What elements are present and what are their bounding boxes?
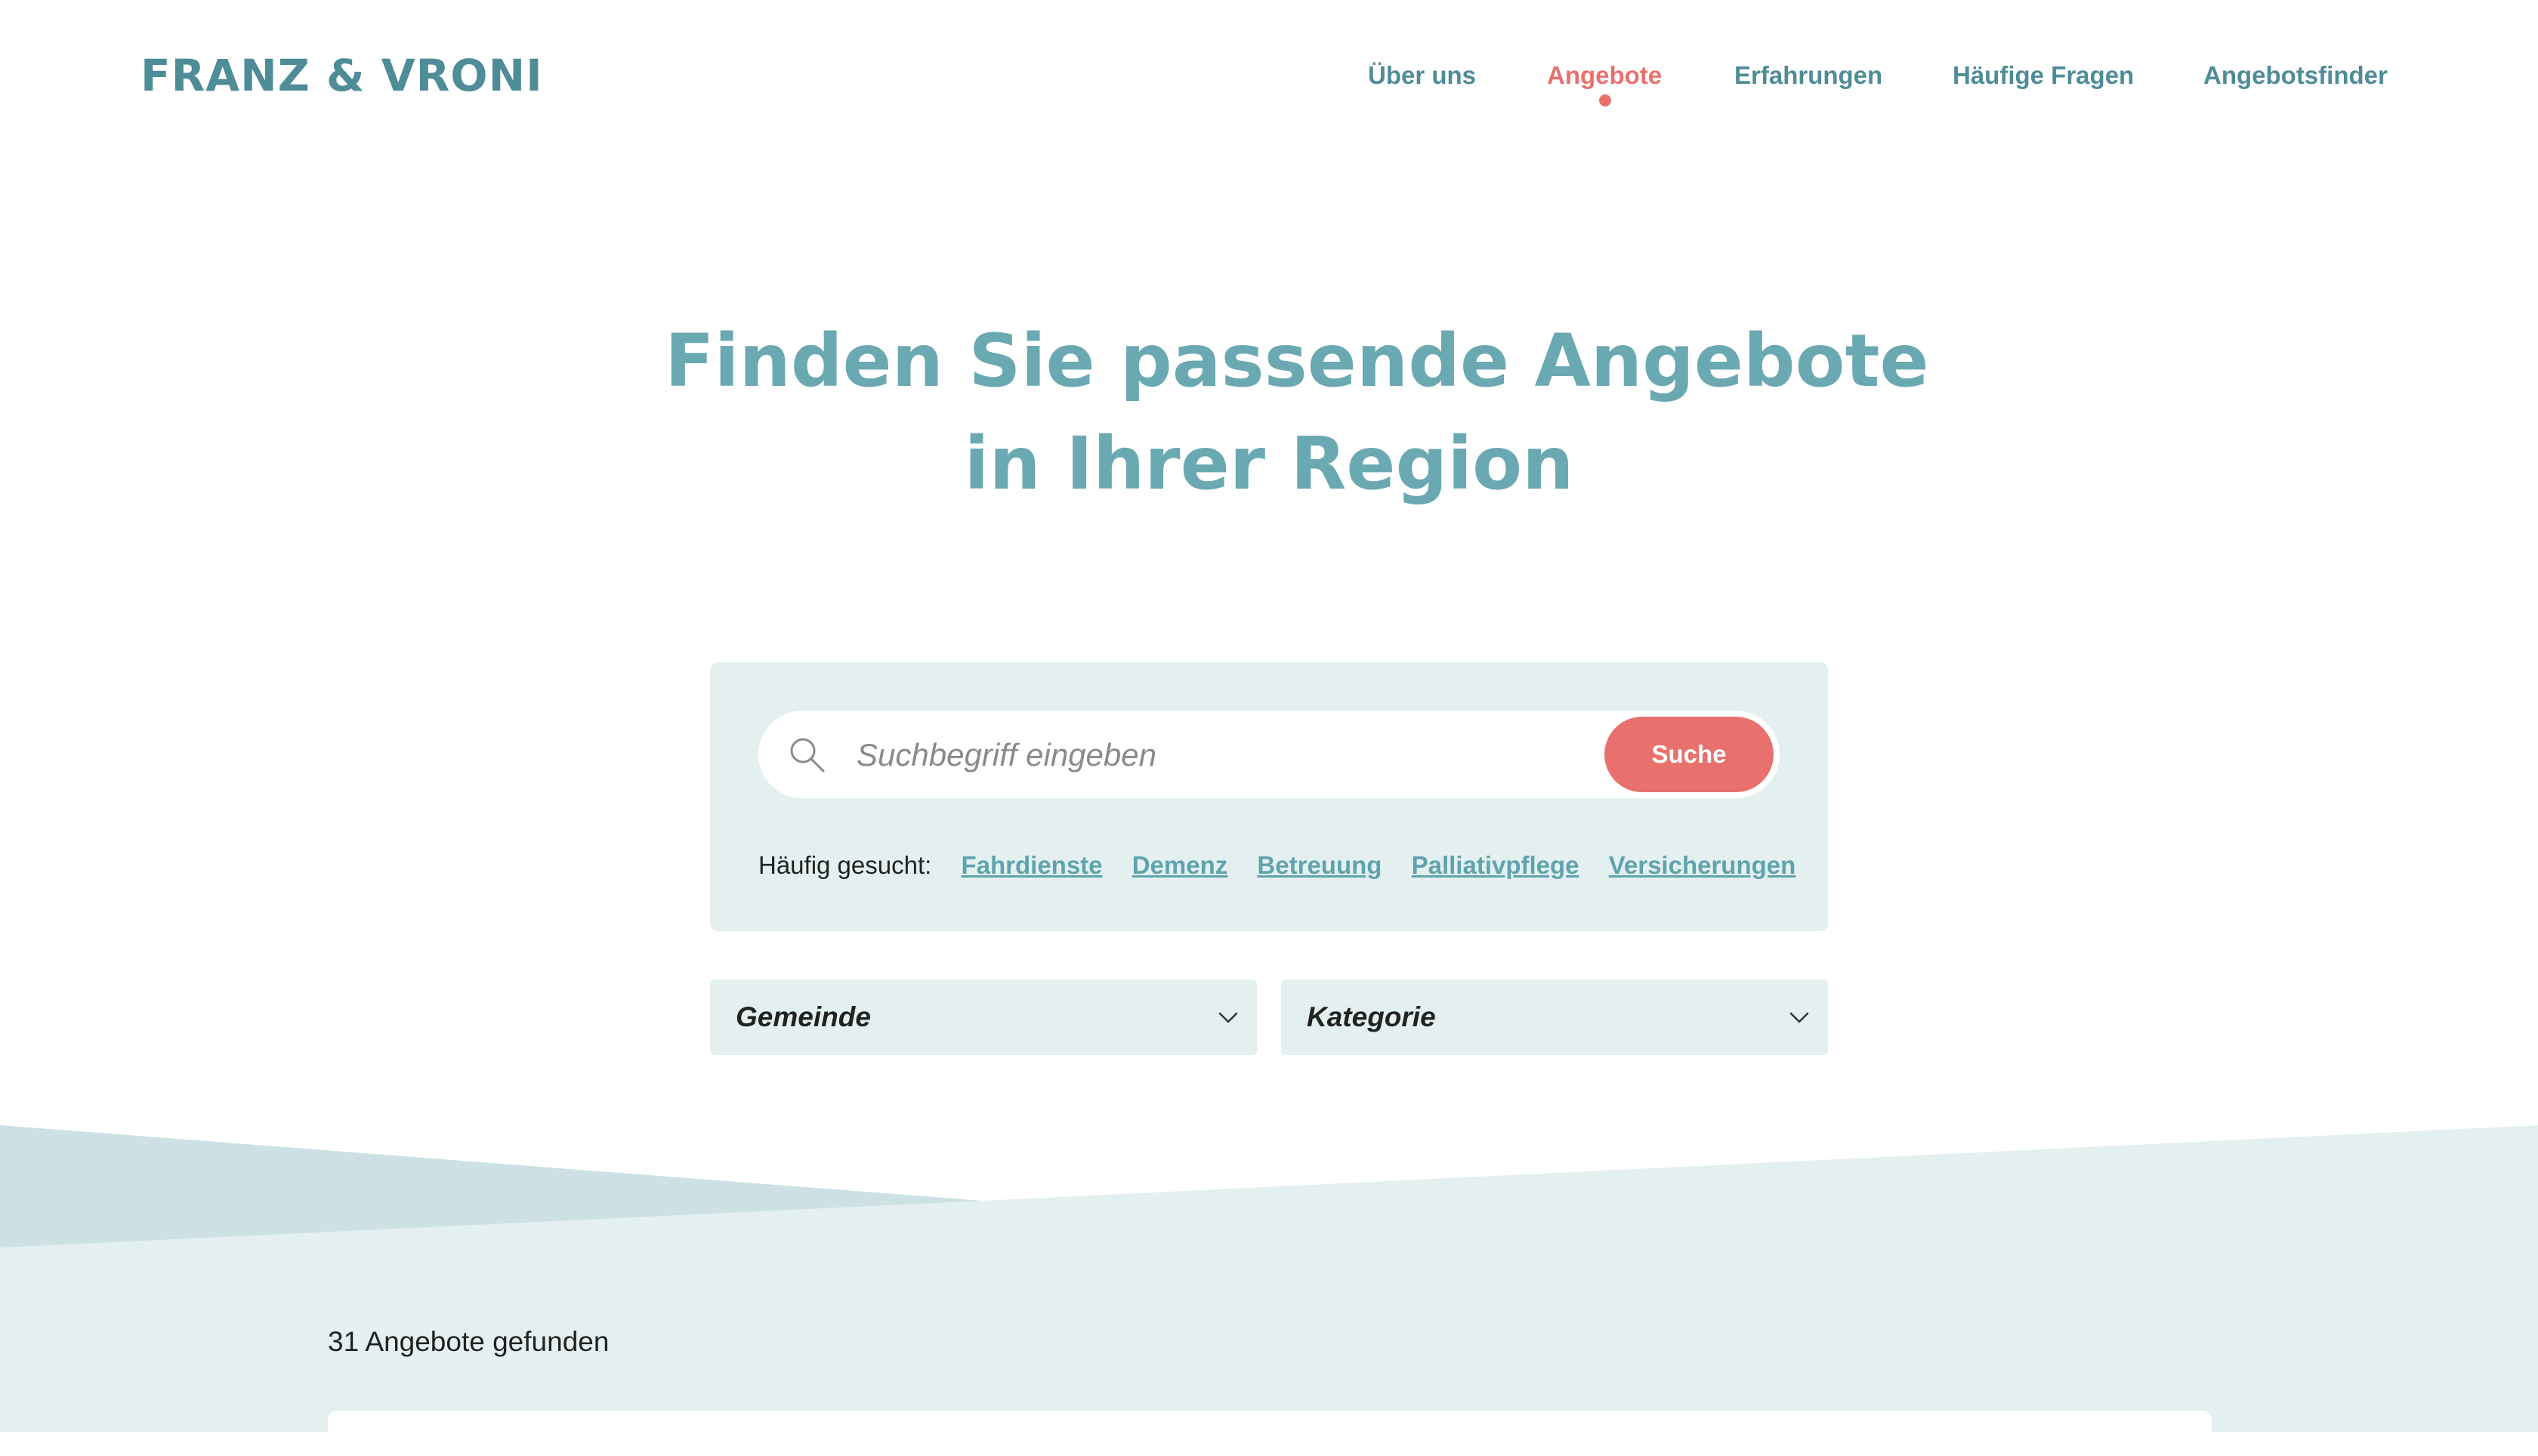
- results-count: 31 Angebote gefunden: [328, 1326, 610, 1357]
- frequent-link-betreuung[interactable]: Betreuung: [1257, 851, 1382, 879]
- frequent-link-demenz[interactable]: Demenz: [1132, 851, 1228, 879]
- main-nav: Über uns Angebote Erfahrungen Häufige Fr…: [0, 57, 2538, 103]
- decorative-band: [0, 1125, 2538, 1432]
- frequent-link-fahrdienste[interactable]: Fahrdienste: [961, 851, 1102, 879]
- nav-item-ueber-uns[interactable]: Über uns: [1368, 57, 1476, 94]
- frequent-searches: Häufig gesucht: Fahrdienste Demenz Betre…: [758, 847, 1816, 884]
- kategorie-select-value: Kategorie: [1307, 1001, 1436, 1032]
- nav-item-angebote[interactable]: Angebote: [1547, 57, 1662, 94]
- search-button[interactable]: Suche: [1604, 717, 1774, 792]
- search-bar: Suche: [758, 711, 1780, 798]
- frequent-link-palliativpflege[interactable]: Palliativpflege: [1412, 851, 1579, 879]
- search-icon: [790, 738, 825, 773]
- page-title: Finden Sie passende Angebote in Ihrer Re…: [665, 310, 1929, 515]
- search-input[interactable]: [855, 724, 1508, 786]
- gemeinde-select-value: Gemeinde: [736, 1001, 871, 1032]
- kategorie-select[interactable]: Kategorie: [1281, 979, 1828, 1055]
- page-title-line-1: Finden Sie passende Angebote: [665, 319, 1929, 403]
- page-title-line-2: in Ihrer Region: [964, 421, 1574, 506]
- site-header: FRANZ & VRONI Über uns Angebote Erfahrun…: [0, 0, 2538, 151]
- frequent-searches-label: Häufig gesucht:: [758, 851, 932, 879]
- nav-item-haeufige-fragen[interactable]: Häufige Fragen: [1953, 57, 2134, 94]
- nav-item-angebotsfinder[interactable]: Angebotsfinder: [2203, 57, 2388, 94]
- result-card[interactable]: [328, 1411, 2212, 1456]
- search-panel: Suche Häufig gesucht: Fahrdienste Demenz…: [710, 662, 1828, 931]
- nav-item-erfahrungen[interactable]: Erfahrungen: [1734, 57, 1882, 94]
- chevron-down-icon: [1789, 1012, 1809, 1023]
- active-nav-indicator: [1599, 94, 1611, 106]
- frequent-link-versicherungen[interactable]: Versicherungen: [1609, 851, 1796, 879]
- chevron-down-icon: [1218, 1012, 1238, 1023]
- gemeinde-select[interactable]: Gemeinde: [710, 979, 1257, 1055]
